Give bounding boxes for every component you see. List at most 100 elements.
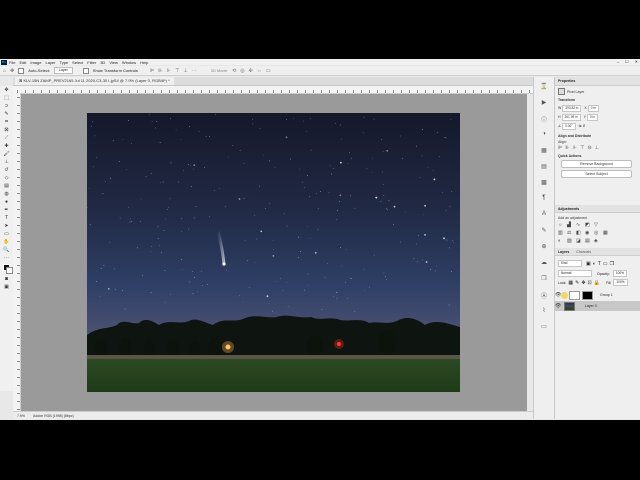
path-select-tool-icon[interactable]: ➤ <box>2 223 11 230</box>
filter-smart-icon[interactable]: ❐ <box>610 261 614 267</box>
quick-mask-icon[interactable]: ◙ <box>2 276 11 283</box>
menu-edit[interactable]: Edit <box>19 60 26 65</box>
document-tab[interactable]: ⊠ KLV-15N ZAMP_PREV2165 Jul 11 2020-C3-3… <box>15 77 174 85</box>
layers-tab[interactable]: Layers <box>558 250 569 254</box>
clone-source-icon[interactable]: ⊕ <box>538 243 550 253</box>
align-h-centers-icon[interactable]: ⊪ <box>565 145 569 151</box>
crop-tool-icon[interactable]: ⌗ <box>2 119 11 126</box>
maximize-button[interactable]: ☐ <box>625 59 629 64</box>
menu-window[interactable]: Window <box>122 60 136 65</box>
layers-panel-header[interactable]: Layers Channels <box>555 248 640 256</box>
auto-select-checkbox[interactable] <box>18 67 25 74</box>
close-button[interactable]: ✕ <box>635 59 638 64</box>
move-tool-icon[interactable]: ✥ <box>10 68 14 74</box>
align-left-icon[interactable]: ⊫ <box>150 68 154 74</box>
width-field[interactable]: 393.82 in <box>562 105 582 112</box>
remove-background-button[interactable]: Remove Background <box>561 160 632 168</box>
align-top-edges-icon[interactable]: ⊤ <box>580 145 584 151</box>
align-center-icon[interactable]: ⊪ <box>158 68 162 74</box>
rectangle-tool-icon[interactable]: ▭ <box>2 231 11 238</box>
marquee-tool-icon[interactable]: ⬚ <box>2 95 11 102</box>
height-field[interactable]: 261.99 in <box>561 114 581 121</box>
dodge-tool-icon[interactable]: ● <box>2 199 11 206</box>
layer-row-group[interactable]: 👁 Group 1 <box>555 290 640 300</box>
filter-pixel-icon[interactable]: ▣ <box>586 261 591 267</box>
channels-tab[interactable]: Channels <box>576 250 591 254</box>
3d-slide-icon[interactable]: ⇔ <box>257 68 262 74</box>
align-top-icon[interactable]: ⊤ <box>175 68 179 74</box>
align-v-centers-icon[interactable]: ⊝ <box>587 145 591 151</box>
color-icon[interactable]: ◑ <box>538 131 550 141</box>
photo-filter-icon[interactable]: ◉ <box>585 230 592 236</box>
flip-h-icon[interactable]: ⇋ <box>579 124 582 128</box>
more-tools-icon[interactable]: ⋯ <box>2 255 11 262</box>
type-tool-icon[interactable]: T <box>2 215 11 222</box>
align-bottom-edges-icon[interactable]: ⊥ <box>595 145 599 151</box>
black-white-icon[interactable]: ◧ <box>576 230 583 236</box>
history-brush-tool-icon[interactable]: ↺ <box>2 167 11 174</box>
exposure-icon[interactable]: ◩ <box>585 222 592 228</box>
align-middle-icon[interactable]: ⊥ <box>183 68 187 74</box>
canvas-workspace[interactable] <box>21 94 527 411</box>
pen-tool-icon[interactable]: ✒ <box>2 207 11 214</box>
lock-transparent-icon[interactable]: ▦ <box>568 280 573 286</box>
threshold-icon[interactable]: ◪ <box>576 238 583 244</box>
lock-artboard-icon[interactable]: ⊡ <box>588 280 592 286</box>
3d-roll-icon[interactable]: ◎ <box>240 68 244 74</box>
properties-tab[interactable]: Properties <box>558 79 575 83</box>
paths-icon[interactable]: ⌇ <box>538 307 550 317</box>
layer-name[interactable]: Group 1 <box>600 293 613 297</box>
color-balance-icon[interactable]: ⚖ <box>567 230 574 236</box>
screen-mode-icon[interactable]: ▣ <box>2 284 11 291</box>
gradient-tool-icon[interactable]: ▤ <box>2 183 11 190</box>
menu-layer[interactable]: Layer <box>45 60 55 65</box>
adjustments-tab[interactable]: Adjustments <box>558 207 579 211</box>
zoom-level[interactable]: 7.9% <box>17 414 25 418</box>
posterize-icon[interactable]: ▨ <box>567 238 574 244</box>
patterns-icon[interactable]: ▩ <box>538 179 550 189</box>
y-field[interactable]: 0 in <box>586 114 598 121</box>
brushes-icon[interactable]: ✎ <box>538 227 550 237</box>
filter-type-icon[interactable]: T <box>598 261 601 267</box>
blur-tool-icon[interactable]: ◍ <box>2 191 11 198</box>
info-icon[interactable]: ⓘ <box>538 115 550 125</box>
auto-select-dropdown[interactable]: Layer <box>54 67 73 74</box>
menu-type[interactable]: Type <box>60 60 69 65</box>
filter-adjust-icon[interactable]: ◐ <box>593 261 596 267</box>
curves-icon[interactable]: ∿ <box>576 222 583 228</box>
flip-v-icon[interactable]: ⇵ <box>583 124 586 128</box>
visibility-eye-icon[interactable]: 👁 <box>555 303 561 309</box>
transform-controls-checkbox[interactable] <box>82 67 89 74</box>
menu-select[interactable]: Select <box>72 60 83 65</box>
menu-file[interactable]: File <box>9 60 15 65</box>
libraries-icon[interactable]: ☁ <box>538 259 550 269</box>
eraser-tool-icon[interactable]: ◇ <box>2 175 11 182</box>
hand-tool-icon[interactable]: ✋ <box>2 239 11 246</box>
home-icon[interactable]: ⌂ <box>3 68 6 74</box>
minimize-button[interactable]: – <box>617 59 619 64</box>
select-subject-button[interactable]: Select Subject <box>561 170 632 178</box>
gradient-map-icon[interactable]: ▤ <box>585 238 592 244</box>
distribute-icon[interactable]: ⋯ <box>192 68 197 74</box>
lock-image-icon[interactable]: ✎ <box>575 280 579 286</box>
fill-field[interactable]: 100% <box>613 279 628 286</box>
menu-3d[interactable]: 3D <box>100 60 105 65</box>
x-field[interactable]: 0 in <box>587 105 599 112</box>
lasso-tool-icon[interactable]: ↄ <box>2 103 11 110</box>
selective-color-icon[interactable]: ◈ <box>594 238 601 244</box>
layer-name[interactable]: Layer 0 <box>585 304 597 308</box>
hue-saturation-icon[interactable]: ▥ <box>558 230 565 236</box>
gradients-icon[interactable]: ▤ <box>538 163 550 173</box>
layer-row-selected[interactable]: 👁 Layer 0 <box>555 301 640 311</box>
3d-scale-icon[interactable]: ▭ <box>266 68 271 74</box>
layer-filter-kind[interactable]: Kind <box>558 260 582 267</box>
3d-orbit-icon[interactable]: ⟲ <box>232 68 236 74</box>
filter-shape-icon[interactable]: ▭ <box>603 261 608 267</box>
color-swatches-icon[interactable] <box>2 263 13 275</box>
brightness-contrast-icon[interactable]: ☼ <box>558 222 565 228</box>
clone-stamp-tool-icon[interactable]: ⊥ <box>2 159 11 166</box>
brush-tool-icon[interactable]: 🖌 <box>2 151 11 158</box>
opacity-field[interactable]: 100% <box>612 270 627 277</box>
levels-icon[interactable]: ▟ <box>567 222 574 228</box>
blend-mode-dropdown[interactable]: Normal <box>558 270 592 277</box>
